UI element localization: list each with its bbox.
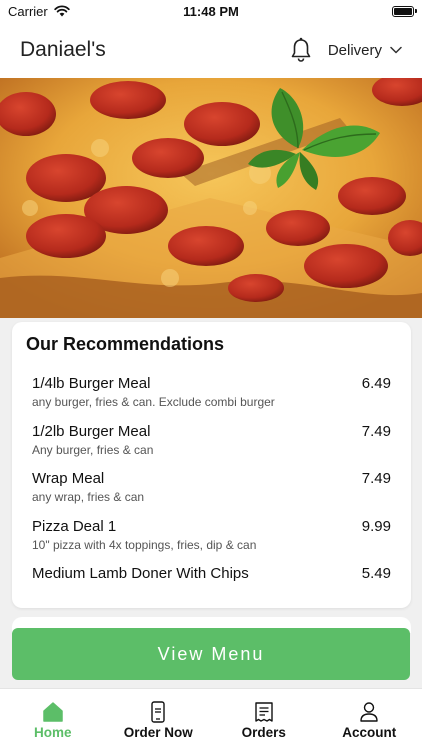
home-icon bbox=[43, 702, 63, 722]
item-price: 7.49 bbox=[361, 470, 391, 487]
user-icon bbox=[360, 702, 378, 722]
item-name: 1/4lb Burger Meal bbox=[32, 375, 151, 392]
item-name: Wrap Meal bbox=[32, 470, 105, 487]
hero-pizza-image bbox=[0, 78, 422, 318]
recommendation-item[interactable]: 1/4lb Burger Meal any burger, fries & ca… bbox=[26, 375, 391, 423]
view-menu-button[interactable]: View Menu bbox=[12, 628, 410, 680]
receipt-icon bbox=[255, 702, 273, 722]
chevron-down-icon bbox=[390, 46, 402, 54]
item-description: any wrap, fries & can bbox=[32, 490, 145, 504]
item-name: Medium Lamb Doner With Chips bbox=[32, 565, 249, 582]
tab-account[interactable]: Account bbox=[317, 689, 422, 750]
recommendation-item[interactable]: Wrap Meal any wrap, fries & can 7.49 bbox=[26, 470, 391, 518]
bottom-tab-bar: Home Order Now Orders Account bbox=[0, 688, 422, 750]
item-price: 9.99 bbox=[361, 517, 391, 535]
recommendations-title: Our Recommendations bbox=[26, 334, 225, 354]
delivery-mode-label: Delivery bbox=[327, 41, 382, 59]
recommendation-item[interactable]: 1/2lb Burger Meal Any burger, fries & ca… bbox=[26, 423, 391, 471]
app-header: Daniael's Delivery bbox=[0, 22, 422, 78]
tab-label: Orders bbox=[241, 725, 286, 740]
bell-icon bbox=[291, 37, 311, 62]
tab-label: Home bbox=[33, 725, 72, 740]
wifi-icon bbox=[54, 5, 70, 17]
tab-order-now[interactable]: Order Now bbox=[106, 689, 212, 750]
item-description: Any burger, fries & can bbox=[32, 442, 154, 457]
item-name: 1/2lb Burger Meal bbox=[32, 422, 151, 440]
carrier-label: Carrier bbox=[8, 3, 48, 19]
tab-home[interactable]: Home bbox=[0, 689, 106, 750]
item-price: 7.49 bbox=[361, 422, 391, 440]
item-name: Pizza Deal 1 bbox=[32, 517, 117, 535]
recommendation-item[interactable]: Medium Lamb Doner With Chips 5.49 bbox=[26, 565, 391, 613]
tab-orders[interactable]: Orders bbox=[211, 689, 317, 750]
tab-label: Account bbox=[342, 725, 397, 740]
item-description: any burger, fries & can. Exclude combi b… bbox=[32, 395, 275, 409]
battery-icon bbox=[392, 5, 417, 17]
restaurant-name: Daniael's bbox=[20, 38, 106, 61]
phone-order-icon bbox=[151, 701, 165, 723]
delivery-mode-dropdown[interactable]: Delivery bbox=[328, 42, 402, 59]
item-price: 6.49 bbox=[361, 375, 391, 392]
notifications-button[interactable] bbox=[288, 36, 314, 64]
item-description: 10" pizza with 4x toppings, fries, dip &… bbox=[32, 537, 257, 552]
tab-label: Order Now bbox=[123, 725, 193, 740]
status-bar: Carrier 11:48 PM bbox=[0, 0, 422, 22]
item-price: 5.49 bbox=[361, 565, 391, 582]
recommendation-item[interactable]: Pizza Deal 1 10" pizza with 4x toppings,… bbox=[26, 518, 391, 566]
recommendations-card: Our Recommendations 1/4lb Burger Meal an… bbox=[12, 322, 411, 608]
